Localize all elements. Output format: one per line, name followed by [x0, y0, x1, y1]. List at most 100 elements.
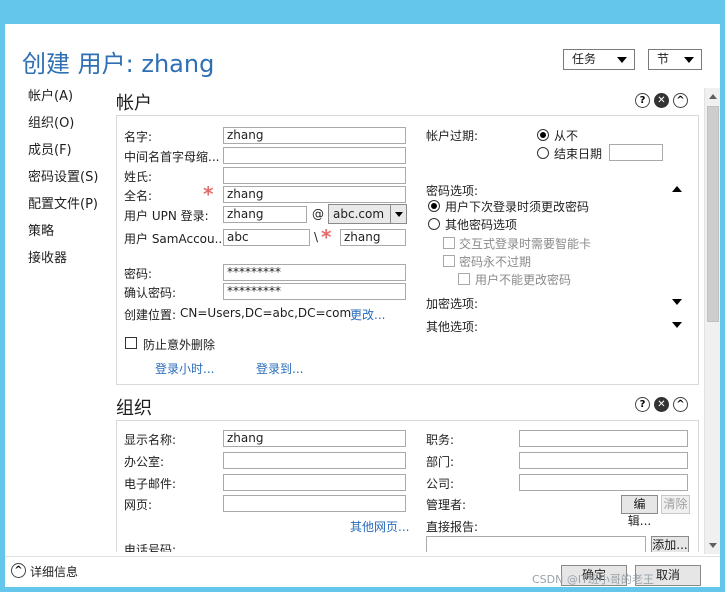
other-options-radio[interactable]: [428, 218, 440, 230]
title-bar: [0, 0, 725, 24]
job-title-input[interactable]: [519, 430, 688, 447]
direct-reports-list[interactable]: [426, 536, 646, 552]
job-title-label: 职务:: [426, 433, 455, 447]
display-name-label: 显示名称:: [124, 433, 177, 447]
full-name-label: 全名:: [124, 189, 153, 203]
clear-manager-button[interactable]: 清除: [661, 495, 690, 514]
cannot-change-checkbox[interactable]: [458, 273, 470, 285]
scroll-down-icon[interactable]: [709, 543, 717, 548]
close-button[interactable]: ✕: [678, 0, 724, 20]
protect-deletion-checkbox[interactable]: [125, 337, 137, 349]
sidebar-item-policy[interactable]: 策略: [28, 224, 98, 251]
upn-domain-select[interactable]: abc.com: [328, 204, 407, 224]
confirm-password-label: 确认密码:: [124, 286, 177, 300]
section-label: 节: [657, 52, 670, 66]
sidebar-item-member-of[interactable]: 成员(F): [28, 143, 98, 170]
full-name-input[interactable]: zhang: [223, 186, 406, 203]
sam-account-input[interactable]: zhang: [340, 229, 406, 246]
sidebar-item-password-settings[interactable]: 密码设置(S): [28, 170, 98, 197]
collapse-icon[interactable]: ^: [673, 397, 688, 412]
password-input[interactable]: *********: [223, 264, 406, 281]
help-icon[interactable]: ?: [635, 397, 650, 412]
create-in-value: CN=Users,DC=abc,DC=com: [180, 306, 352, 320]
section-dropdown[interactable]: 节: [648, 49, 702, 70]
collapse-icon[interactable]: ^: [673, 93, 688, 108]
help-icon[interactable]: ?: [635, 93, 650, 108]
sidebar-item-organization[interactable]: 组织(O): [28, 116, 98, 143]
never-expires-checkbox[interactable]: [443, 255, 455, 267]
logon-to-link[interactable]: 登录到...: [256, 360, 303, 377]
web-page-input[interactable]: [223, 495, 406, 512]
scroll-thumb[interactable]: [707, 106, 719, 322]
add-direct-report-button[interactable]: 添加...: [651, 536, 689, 552]
first-name-label: 名字:: [124, 130, 153, 144]
never-expires-label: 密码永不过期: [459, 255, 532, 269]
middle-initial-input[interactable]: [223, 147, 406, 164]
required-icon: *: [203, 182, 214, 206]
last-name-input[interactable]: [223, 167, 406, 184]
vertical-scrollbar[interactable]: [704, 88, 720, 554]
collapse-details-icon[interactable]: ^: [11, 563, 26, 578]
sidebar-item-profile[interactable]: 配置文件(P): [28, 197, 98, 224]
must-change-label: 用户下次登录时须更改密码: [445, 200, 590, 214]
web-page-label: 网页:: [124, 498, 153, 512]
expand-icon[interactable]: [672, 322, 682, 328]
manager-label: 管理者:: [426, 498, 467, 512]
maximize-button[interactable]: [651, 0, 677, 20]
display-name-input[interactable]: zhang: [223, 430, 406, 447]
organization-section-title: 组织: [116, 398, 152, 419]
must-change-radio[interactable]: [428, 200, 440, 212]
never-expires-radio[interactable]: [537, 129, 549, 141]
account-section: 名字: zhang 中间名首字母缩... 姓氏: 全名: * zhang 用户 …: [116, 115, 699, 385]
chevron-down-icon: [390, 205, 406, 223]
department-input[interactable]: [519, 452, 688, 469]
minimize-button[interactable]: [624, 0, 650, 20]
required-icon: *: [321, 225, 332, 249]
other-options-section-label: 其他选项:: [426, 320, 479, 334]
minimize-icon: [632, 12, 642, 16]
password-label: 密码:: [124, 267, 153, 281]
watermark: CSDN @IT班小哥的老王: [532, 573, 654, 586]
sidebar-item-account[interactable]: 帐户(A): [28, 89, 98, 116]
smartcard-label: 交互式登录时需要智能卡: [459, 237, 592, 251]
confirm-password-input[interactable]: *********: [223, 283, 406, 300]
content-panel: 帐户 ? ✕ ^ 名字: zhang 中间名首字母缩... 姓氏: 全名: * …: [110, 88, 703, 552]
account-expires-label: 帐户过期:: [426, 129, 479, 143]
scroll-up-icon[interactable]: [709, 94, 717, 99]
tasks-dropdown[interactable]: 任务: [563, 49, 635, 70]
create-in-label: 创建位置:: [124, 308, 177, 322]
change-location-link[interactable]: 更改...: [350, 306, 385, 323]
chevron-down-icon: [617, 57, 627, 63]
sidebar-item-silo[interactable]: 接收器: [28, 251, 98, 278]
sam-domain-input[interactable]: abc: [223, 229, 310, 246]
password-options-label: 密码选项:: [426, 184, 479, 198]
end-date-radio[interactable]: [537, 147, 549, 159]
other-web-pages-link[interactable]: 其他网页...: [350, 518, 409, 535]
middle-initial-label: 中间名首字母缩...: [124, 150, 220, 164]
details-label[interactable]: 详细信息: [30, 563, 78, 580]
upn-input[interactable]: zhang: [223, 206, 307, 223]
office-input[interactable]: [223, 452, 406, 469]
close-icon[interactable]: ✕: [654, 397, 669, 412]
first-name-input[interactable]: zhang: [223, 127, 406, 144]
end-date-input[interactable]: [609, 144, 663, 161]
phone-label: 电话号码:: [124, 543, 177, 552]
close-icon: ✕: [695, 3, 707, 17]
encryption-options-label: 加密选项:: [426, 297, 479, 311]
close-icon[interactable]: ✕: [654, 93, 669, 108]
department-label: 部门:: [426, 455, 455, 469]
logon-hours-link[interactable]: 登录小时...: [155, 360, 214, 377]
email-input[interactable]: [223, 474, 406, 491]
company-input[interactable]: [519, 474, 688, 491]
upn-domain-value: abc.com: [333, 207, 385, 221]
expand-icon[interactable]: [672, 299, 682, 305]
edit-manager-button[interactable]: 编辑...: [621, 495, 658, 528]
smartcard-checkbox[interactable]: [443, 237, 455, 249]
organization-section-icons: ? ✕ ^: [635, 397, 688, 412]
chevron-down-icon: [684, 57, 694, 63]
collapse-icon[interactable]: [672, 186, 682, 192]
protect-deletion-label: 防止意外删除: [143, 338, 216, 352]
never-label: 从不: [554, 129, 579, 143]
account-section-icons: ? ✕ ^: [635, 93, 688, 108]
page-title: 创建 用户: zhang: [22, 50, 215, 78]
